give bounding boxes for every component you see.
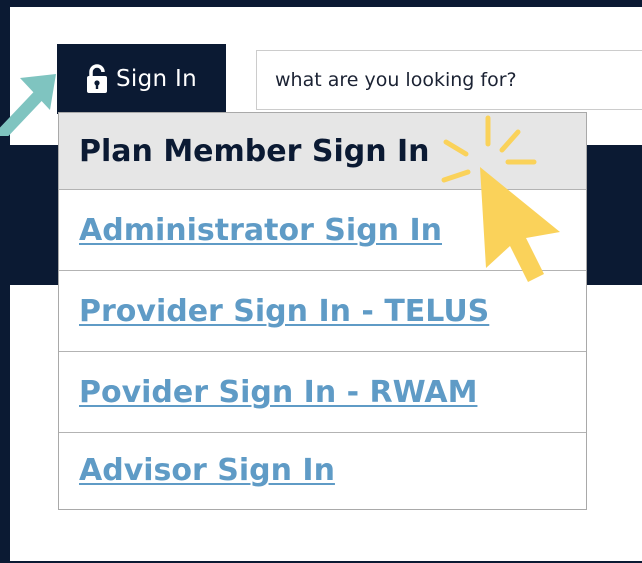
menu-item-label: Advisor Sign In (79, 453, 335, 488)
search-box[interactable] (256, 50, 642, 110)
sign-in-button[interactable]: Sign In (57, 44, 226, 114)
menu-item-advisor-sign-in[interactable]: Advisor Sign In (59, 433, 586, 508)
menu-item-label: Plan Member Sign In (79, 133, 430, 169)
lock-icon (86, 64, 108, 94)
menu-item-provider-sign-in-rwam[interactable]: Povider Sign In - RWAM (59, 352, 586, 433)
menu-item-label: Administrator Sign In (79, 212, 442, 248)
search-input[interactable] (275, 69, 642, 91)
menu-item-label: Povider Sign In - RWAM (79, 374, 478, 410)
menu-item-label: Provider Sign In - TELUS (79, 293, 490, 329)
pointer-cursor-icon (441, 115, 560, 282)
sign-in-label: Sign In (116, 66, 197, 92)
